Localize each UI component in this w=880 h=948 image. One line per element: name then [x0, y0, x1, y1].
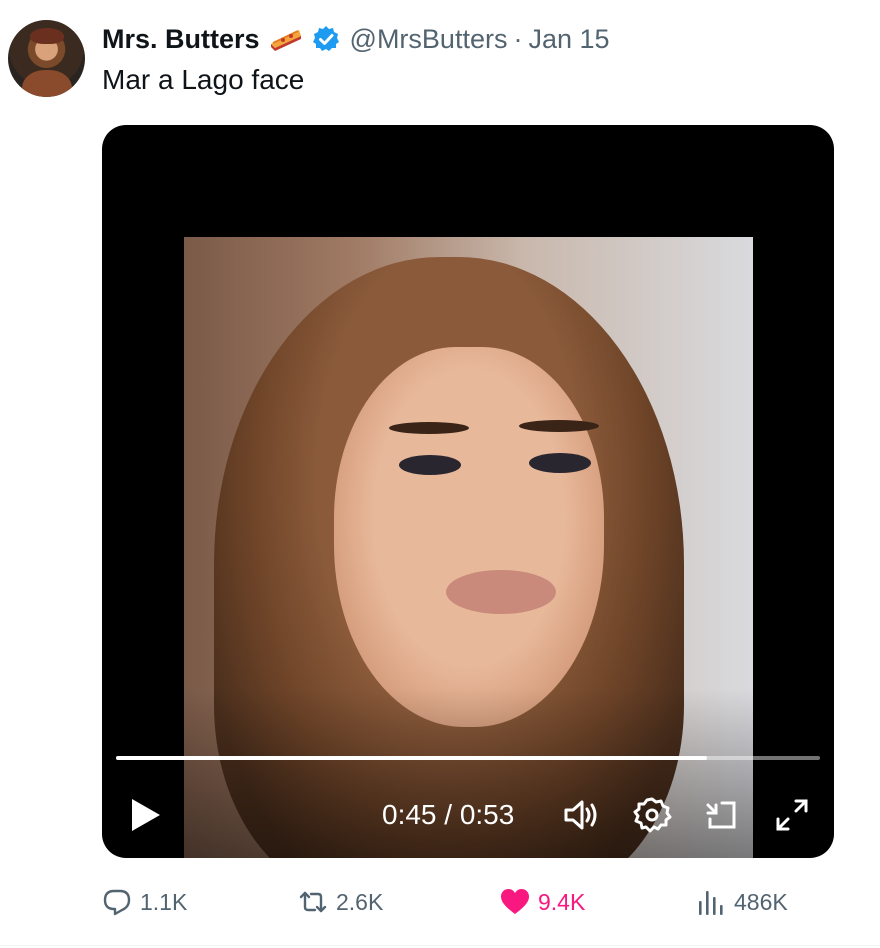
avatar[interactable]	[8, 20, 85, 97]
like-button[interactable]: 9.4K	[500, 880, 585, 924]
tweet-header: Mrs. Butters @MrsButters · Jan 15	[102, 20, 610, 58]
separator-dot: ·	[513, 23, 523, 54]
pie-icon	[269, 26, 303, 52]
video-time: 0:45 / 0:53	[382, 799, 515, 830]
tweet-actions: 1.1K 2.6K 9.4K 486K	[102, 880, 834, 924]
settings-button[interactable]	[630, 793, 674, 837]
reply-count: 1.1K	[140, 888, 188, 915]
divider	[0, 945, 880, 946]
fullscreen-icon	[776, 799, 808, 831]
retweet-icon	[299, 891, 327, 913]
retweet-count: 2.6K	[336, 888, 384, 915]
author-handle[interactable]: @MrsButters	[350, 24, 508, 55]
reply-icon	[103, 889, 131, 916]
video-player[interactable]: 0:45 / 0:53	[102, 125, 834, 858]
volume-button[interactable]	[560, 793, 604, 837]
video-progress-fill	[116, 756, 708, 760]
like-count: 9.4K	[538, 888, 586, 915]
avatar-body	[22, 70, 72, 97]
views-button[interactable]: 486K	[696, 880, 788, 924]
verified-badge-icon[interactable]	[312, 25, 340, 53]
views-count: 486K	[734, 888, 788, 915]
avatar-hat	[30, 28, 64, 44]
video-progress-bar[interactable]	[116, 756, 820, 760]
volume-icon	[564, 800, 597, 830]
views-icon	[699, 891, 723, 915]
gear-icon	[633, 797, 672, 833]
tweet-text: Mar a Lago face	[102, 64, 305, 95]
play-icon	[132, 799, 160, 831]
heart-icon	[501, 889, 529, 914]
play-button[interactable]	[122, 793, 166, 837]
fullscreen-button[interactable]	[770, 793, 814, 837]
minimize-button[interactable]	[700, 793, 744, 837]
author-name[interactable]: Mrs. Butters	[102, 24, 260, 55]
minimize-icon	[706, 801, 736, 829]
retweet-button[interactable]: 2.6K	[298, 880, 383, 924]
tweet-date[interactable]: Jan 15	[528, 24, 609, 55]
reply-button[interactable]: 1.1K	[102, 880, 187, 924]
video-frame	[184, 237, 753, 858]
